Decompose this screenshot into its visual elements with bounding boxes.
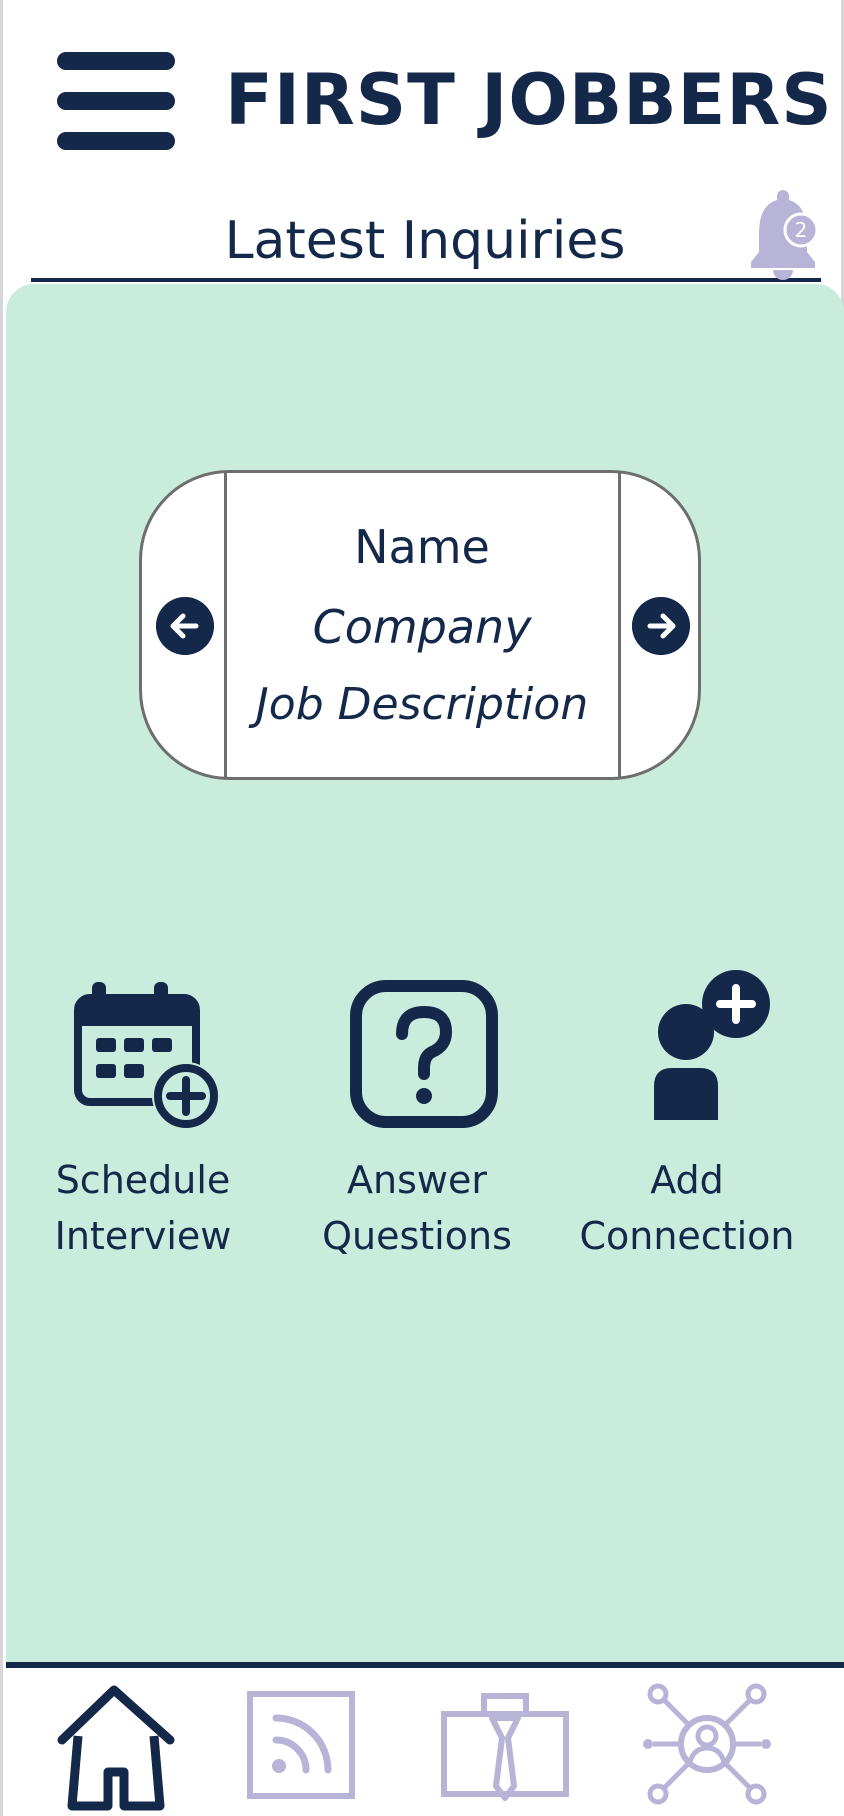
inquiry-name: Name	[354, 520, 490, 574]
action-label-line1: Answer	[347, 1158, 487, 1202]
inquiry-company: Company	[312, 600, 532, 654]
app-title: FIRST JOBBERS	[225, 59, 833, 141]
app-frame: FIRST JOBBERS Latest Inquiries 2 Name Co…	[0, 0, 844, 1816]
card-divider-right	[618, 473, 621, 777]
action-label-line1: Add	[650, 1158, 724, 1202]
add-person-icon	[654, 970, 770, 1120]
notification-count-badge: 2	[795, 218, 808, 242]
action-label-line2: Connection	[579, 1214, 795, 1258]
answer-questions-button[interactable]: Answer Questions	[287, 970, 547, 1264]
next-arrow-icon[interactable]	[632, 597, 690, 655]
title-divider	[31, 278, 821, 282]
calendar-add-icon	[74, 982, 220, 1130]
briefcase-icon[interactable]	[440, 1682, 570, 1812]
network-icon[interactable]	[642, 1682, 772, 1812]
add-connection-button[interactable]: Add Connection	[557, 970, 817, 1264]
question-mark-icon	[350, 980, 498, 1128]
previous-arrow-icon[interactable]	[156, 597, 214, 655]
bottom-navigation	[6, 1668, 844, 1816]
card-divider-left	[224, 473, 227, 777]
feed-icon[interactable]	[234, 1682, 364, 1812]
schedule-interview-button[interactable]: Schedule Interview	[13, 970, 273, 1264]
inquiry-job-description: Job Description	[255, 679, 589, 730]
notification-bell-icon[interactable]: 2	[747, 190, 819, 280]
inquiry-card[interactable]: Name Company Job Description	[139, 470, 701, 780]
hamburger-menu-icon[interactable]	[55, 48, 177, 152]
action-label-line2: Questions	[322, 1214, 512, 1258]
action-label-line1: Schedule	[55, 1158, 231, 1202]
action-label-line2: Interview	[54, 1214, 232, 1258]
home-icon[interactable]	[52, 1682, 182, 1812]
section-title: Latest Inquiries	[224, 211, 626, 271]
